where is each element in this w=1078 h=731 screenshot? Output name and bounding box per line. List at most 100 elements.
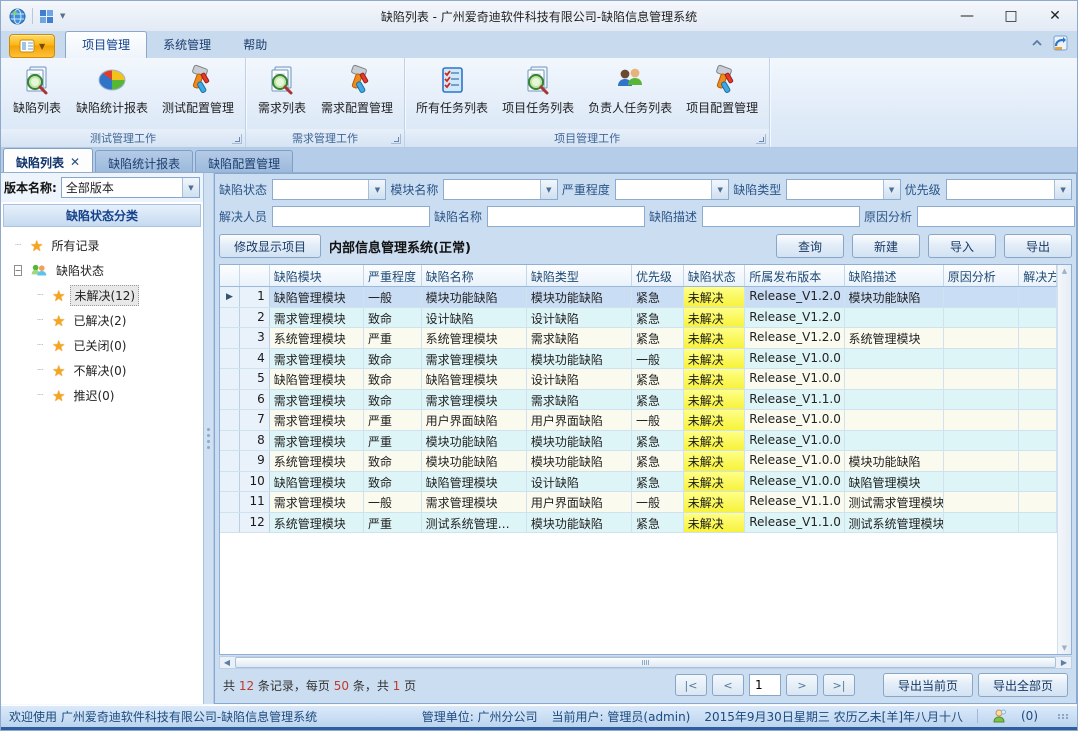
cell-缺陷状态[interactable]: 未解决 xyxy=(684,369,746,389)
horizontal-scrollbar[interactable]: ◀ ▶ xyxy=(219,656,1072,669)
cell-缺陷状态[interactable]: 未解决 xyxy=(684,451,746,471)
cell-缺陷类型[interactable]: 需求缺陷 xyxy=(527,328,632,348)
column-header-缺陷状态[interactable]: 缺陷状态 xyxy=(684,265,746,286)
tree-item-不解决(0)[interactable]: ┈★不解决(0) xyxy=(11,358,203,383)
cell-缺陷类型[interactable]: 模块功能缺陷 xyxy=(527,287,632,307)
cell-缺陷名称[interactable]: 需求管理模块 xyxy=(422,349,527,369)
cell-原因分析[interactable] xyxy=(944,492,1019,512)
cell-优先级[interactable]: 紧急 xyxy=(632,451,684,471)
cell-原因分析[interactable] xyxy=(944,287,1019,307)
modify-display-button[interactable]: 修改显示项目 xyxy=(219,234,321,258)
cell-缺陷状态[interactable]: 未解决 xyxy=(684,472,746,492)
version-combo[interactable]: 全部版本 ▼ xyxy=(61,177,200,198)
cell-缺陷描述[interactable] xyxy=(845,308,944,328)
tree-item-缺陷状态[interactable]: −缺陷状态 xyxy=(11,258,203,283)
cell-解决方法[interactable] xyxy=(1019,328,1057,348)
filter-input-原因分析[interactable] xyxy=(917,206,1075,227)
ribbon-tab-0[interactable]: 项目管理 xyxy=(65,31,147,58)
cell-缺陷名称[interactable]: 缺陷管理模块 xyxy=(422,472,527,492)
cell-缺陷名称[interactable]: 需求管理模块 xyxy=(422,492,527,512)
cell-优先级[interactable]: 一般 xyxy=(632,349,684,369)
maximize-button[interactable]: □ xyxy=(989,2,1033,30)
dialog-launcher-icon[interactable] xyxy=(391,134,401,144)
tab-close-icon[interactable]: ✕ xyxy=(70,155,80,169)
cell-原因分析[interactable] xyxy=(944,369,1019,389)
cell-缺陷名称[interactable]: 模块功能缺陷 xyxy=(422,431,527,451)
cell-缺陷类型[interactable]: 设计缺陷 xyxy=(527,472,632,492)
cell-所属发布版本[interactable]: Release_V1.1.0 xyxy=(745,390,844,410)
cell-所属发布版本[interactable]: Release_V1.1.0 xyxy=(745,492,844,512)
cell-缺陷名称[interactable]: 模块功能缺陷 xyxy=(422,451,527,471)
vertical-scrollbar[interactable]: ▲▼ xyxy=(1057,265,1071,654)
tree-item-推迟(0)[interactable]: ┈★推迟(0) xyxy=(11,383,203,408)
cell-缺陷名称[interactable]: 测试系统管理… xyxy=(422,513,527,533)
table-row[interactable]: 11需求管理模块一般需求管理模块用户界面缺陷一般未解决Release_V1.1.… xyxy=(220,492,1057,513)
cell-缺陷描述[interactable] xyxy=(845,369,944,389)
cell-缺陷名称[interactable]: 系统管理模块 xyxy=(422,328,527,348)
messages-person-icon[interactable] xyxy=(992,709,1007,723)
cell-优先级[interactable]: 紧急 xyxy=(632,472,684,492)
action-button-新建[interactable]: 新建 xyxy=(852,234,920,258)
combo-arrow-icon[interactable]: ▼ xyxy=(883,180,900,199)
cell-缺陷状态[interactable]: 未解决 xyxy=(684,328,746,348)
tree-expander-icon[interactable]: − xyxy=(14,265,23,276)
cell-原因分析[interactable] xyxy=(944,472,1019,492)
ribbon-button-项目任务列表[interactable]: 项目任务列表 xyxy=(495,61,581,119)
cell-所属发布版本[interactable]: Release_V1.0.0 xyxy=(745,472,844,492)
cell-缺陷状态[interactable]: 未解决 xyxy=(684,390,746,410)
cell-缺陷类型[interactable]: 用户界面缺陷 xyxy=(527,410,632,430)
prev-page-button[interactable]: < xyxy=(712,674,744,696)
ribbon-button-缺陷列表[interactable]: 缺陷列表 xyxy=(5,61,69,119)
cell-缺陷状态[interactable]: 未解决 xyxy=(684,513,746,533)
column-header-缺陷模块[interactable]: 缺陷模块 xyxy=(270,265,364,286)
cell-缺陷状态[interactable]: 未解决 xyxy=(684,349,746,369)
cell-原因分析[interactable] xyxy=(944,513,1019,533)
filter-input-解决人员[interactable] xyxy=(272,206,430,227)
column-header-解决方法[interactable]: 解决方法 xyxy=(1019,265,1057,286)
splitter-handle[interactable] xyxy=(204,173,214,704)
application-menu-button[interactable]: ▼ xyxy=(9,34,55,58)
cell-缺陷描述[interactable] xyxy=(845,431,944,451)
column-header-原因分析[interactable]: 原因分析 xyxy=(944,265,1019,286)
cell-缺陷模块[interactable]: 需求管理模块 xyxy=(270,308,364,328)
cell-缺陷描述[interactable] xyxy=(845,349,944,369)
cell-严重程度[interactable]: 严重 xyxy=(364,410,422,430)
action-button-导入[interactable]: 导入 xyxy=(928,234,996,258)
cell-优先级[interactable]: 紧急 xyxy=(632,287,684,307)
table-row[interactable]: 12系统管理模块严重测试系统管理…模块功能缺陷紧急未解决Release_V1.1… xyxy=(220,513,1057,534)
layout-grid-icon[interactable] xyxy=(39,9,54,24)
cell-缺陷描述[interactable] xyxy=(845,390,944,410)
cell-严重程度[interactable]: 致命 xyxy=(364,308,422,328)
cell-缺陷状态[interactable]: 未解决 xyxy=(684,410,746,430)
page-number-input[interactable] xyxy=(749,674,781,696)
cell-缺陷模块[interactable]: 缺陷管理模块 xyxy=(270,287,364,307)
ribbon-button-需求列表[interactable]: 需求列表 xyxy=(250,61,314,119)
horizontal-scroll-thumb[interactable] xyxy=(235,657,1056,668)
tree-item-未解决(12)[interactable]: ┈★未解决(12) xyxy=(11,283,203,308)
cell-严重程度[interactable]: 致命 xyxy=(364,451,422,471)
action-button-导出[interactable]: 导出 xyxy=(1004,234,1072,258)
cell-所属发布版本[interactable]: Release_V1.2.0 xyxy=(745,287,844,307)
cell-原因分析[interactable] xyxy=(944,410,1019,430)
cell-缺陷描述[interactable]: 系统管理模块 xyxy=(845,328,944,348)
cell-解决方法[interactable] xyxy=(1019,410,1057,430)
column-header-严重程度[interactable]: 严重程度 xyxy=(364,265,422,286)
tree-item-已解决(2)[interactable]: ┈★已解决(2) xyxy=(11,308,203,333)
ribbon-button-项目配置管理[interactable]: 项目配置管理 xyxy=(679,61,765,119)
cell-解决方法[interactable] xyxy=(1019,308,1057,328)
cell-缺陷类型[interactable]: 设计缺陷 xyxy=(527,308,632,328)
filter-combo-缺陷状态[interactable]: ▼ xyxy=(272,179,386,200)
table-row[interactable]: 4需求管理模块致命需求管理模块模块功能缺陷一般未解决Release_V1.0.0 xyxy=(220,349,1057,370)
cell-缺陷状态[interactable]: 未解决 xyxy=(684,308,746,328)
cell-缺陷状态[interactable]: 未解决 xyxy=(684,431,746,451)
cell-严重程度[interactable]: 致命 xyxy=(364,349,422,369)
cell-解决方法[interactable] xyxy=(1019,369,1057,389)
cell-缺陷模块[interactable]: 需求管理模块 xyxy=(270,349,364,369)
action-button-查询[interactable]: 查询 xyxy=(776,234,844,258)
cell-优先级[interactable]: 紧急 xyxy=(632,328,684,348)
message-count-badge[interactable]: (0) xyxy=(1021,709,1038,723)
cell-缺陷类型[interactable]: 设计缺陷 xyxy=(527,369,632,389)
cell-缺陷描述[interactable]: 模块功能缺陷 xyxy=(845,451,944,471)
tree-item-已关闭(0)[interactable]: ┈★已关闭(0) xyxy=(11,333,203,358)
cell-所属发布版本[interactable]: Release_V1.0.0 xyxy=(745,451,844,471)
